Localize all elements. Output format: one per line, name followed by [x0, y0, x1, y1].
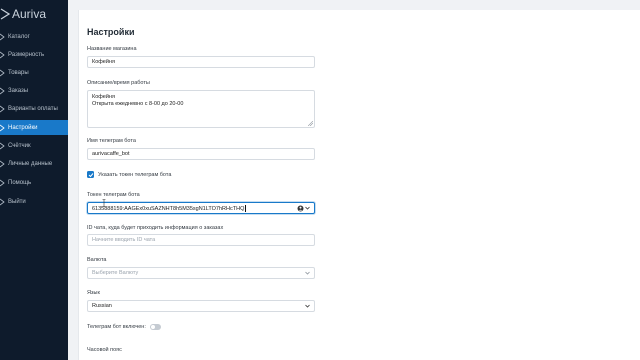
sidebar-item-label: Помощь [8, 180, 32, 186]
chevron-down-icon [305, 304, 310, 308]
resize-handle-icon[interactable] [308, 121, 313, 126]
bot-name-value: aurivacaffe_bot [92, 151, 130, 157]
currency-select[interactable]: Выберите Валюту [87, 267, 315, 279]
bot-enabled-row: Телеграм бот включен: [87, 324, 161, 330]
brand-name: Auriva [12, 7, 47, 21]
sidebar-item-counter[interactable]: Счётчик [0, 139, 68, 153]
sidebar-item-help[interactable]: Помощь [0, 176, 68, 190]
logout-icon [0, 198, 5, 206]
bot-name-input[interactable]: aurivacaffe_bot [87, 148, 315, 160]
logo-icon [0, 8, 10, 20]
top-bar [68, 0, 640, 10]
key-autofill-icon [297, 205, 304, 211]
bot-enabled-label: Телеграм бот включен: [87, 324, 146, 330]
timezone-label: Часовой пояс [87, 347, 122, 353]
show-token-label: Указать токен телеграм бота [98, 171, 172, 178]
show-token-checkbox-row[interactable]: Указать токен телеграм бота [87, 171, 171, 178]
settings-icon [0, 124, 5, 131]
sizes-icon [0, 51, 5, 59]
currency-placeholder: Выберите Валюту [92, 270, 139, 276]
store-name-label: Название магазина [87, 46, 137, 52]
help-icon [0, 179, 5, 187]
page-title: Настройки [87, 27, 135, 37]
sidebar-item-catalog[interactable]: Каталог [0, 30, 68, 44]
orders-icon [0, 87, 5, 95]
sidebar-item-label: Счётчик [8, 143, 31, 149]
description-label: Описание/время работы [87, 80, 150, 86]
sidebar-item-payment[interactable]: Варианты оплаты [0, 102, 68, 116]
sidebar-item-settings[interactable]: Настройки [0, 120, 68, 135]
description-line-1: Кофейня [92, 94, 115, 100]
sidebar-item-label: Личные данные [8, 161, 53, 167]
store-name-input[interactable]: Кофейня [87, 56, 315, 68]
check-icon [88, 172, 93, 177]
text-cursor-icon [102, 199, 106, 207]
sidebar-item-label: Товары [8, 70, 29, 76]
chevron-down-icon [305, 271, 310, 275]
language-label: Язык [87, 290, 100, 296]
sidebar-item-label: Каталог [8, 34, 30, 40]
bot-name-label: Имя телеграм бота [87, 138, 136, 144]
store-name-value: Кофейня [92, 59, 115, 65]
show-token-checkbox[interactable] [87, 171, 94, 178]
currency-label: Валюта [87, 257, 107, 263]
counter-icon [0, 142, 5, 150]
sidebar-item-sizes[interactable]: Размерность [0, 48, 68, 62]
sidebar: Auriva Каталог Размерность Товары Заказы… [0, 0, 68, 360]
chevron-down-icon [305, 206, 310, 210]
chat-id-input[interactable]: Начните вводить ID чата [87, 234, 315, 246]
language-value: Russian [92, 303, 112, 309]
sidebar-item-label: Варианты оплаты [8, 106, 58, 112]
products-icon [0, 69, 5, 77]
description-line-2: Открыта ежедневно с 8-00 до 20-00 [92, 101, 184, 107]
sidebar-item-label: Настройки [8, 124, 38, 131]
app-window: Auriva Каталог Размерность Товары Заказы… [0, 0, 640, 360]
sidebar-item-personal-data[interactable]: Личные данные [0, 157, 68, 171]
user-icon [0, 160, 5, 168]
sidebar-item-orders[interactable]: Заказы [0, 84, 68, 98]
text-caret [245, 204, 247, 212]
chat-id-placeholder: Начните вводить ID чата [92, 237, 156, 243]
settings-panel: Настройки Название магазина Кофейня Опис… [78, 10, 640, 360]
sidebar-item-label: Выйти [8, 199, 26, 205]
token-input[interactable]: 6135888159:AAGEx0xuSAZNHT8h5M35sgN1LTO7h… [87, 202, 315, 214]
toggle-knob [150, 325, 155, 329]
sidebar-item-label: Размерность [8, 52, 45, 58]
sidebar-item-label: Заказы [8, 88, 29, 94]
chat-id-label: ID чата, куда будет приходить информация… [87, 225, 224, 231]
brand-logo[interactable]: Auriva [0, 6, 46, 22]
sidebar-item-logout[interactable]: Выйти [0, 195, 68, 209]
description-textarea[interactable]: Кофейня Открыта ежедневно с 8-00 до 20-0… [87, 90, 315, 128]
sidebar-item-products[interactable]: Товары [0, 66, 68, 80]
language-select[interactable]: Russian [87, 300, 315, 312]
catalog-icon [0, 33, 5, 41]
token-label: Токен телеграм бота [87, 192, 140, 198]
bot-enabled-toggle[interactable] [149, 324, 161, 330]
payment-icon [0, 105, 5, 113]
token-autofill[interactable] [297, 205, 310, 212]
token-value: 6135888159:AAGEx0xuSAZNHT8h5M35sgN1LTO7h… [92, 205, 245, 212]
